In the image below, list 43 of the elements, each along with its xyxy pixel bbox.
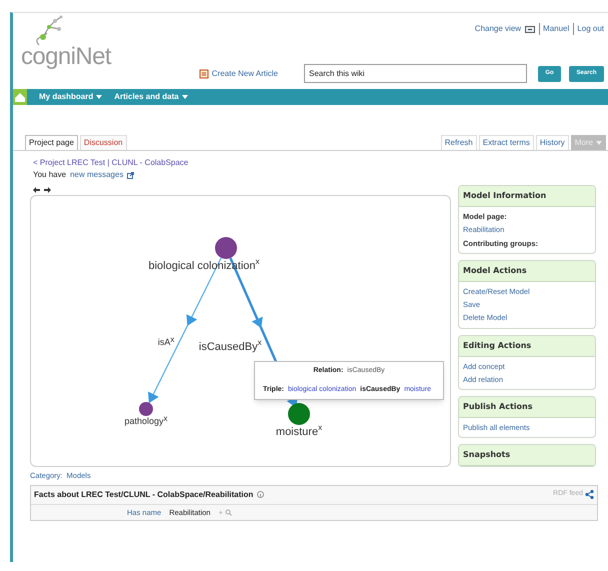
header-link[interactable]: Manuel — [539, 23, 570, 35]
info-icon — [257, 491, 264, 498]
nav-menu[interactable]: Articles and data — [114, 91, 188, 103]
search-field[interactable]: Search this wiki — [304, 64, 527, 83]
messages-notice: You have new messages — [33, 169, 608, 181]
header-link[interactable]: Change view — [474, 23, 522, 35]
forward-arrow-icon[interactable] — [44, 187, 51, 193]
facts-title: Facts about LREC Test/CLUNL - ColabSpace/Reabilitation — [34, 488, 254, 500]
back-arrow-icon[interactable] — [33, 187, 40, 193]
panel-title: Snapshots — [459, 445, 595, 466]
panel-title: Model Actions — [459, 260, 595, 282]
caret-icon — [96, 95, 102, 99]
action-tab[interactable]: Refresh — [440, 135, 477, 150]
share-icon[interactable] — [585, 490, 594, 499]
caret-icon — [182, 95, 188, 99]
node-label[interactable]: moisture — [276, 424, 318, 440]
action-tab[interactable]: History — [536, 135, 569, 150]
breadcrumb-link[interactable]: < Project LREC Test | CLUNL - ColabSpace — [33, 157, 608, 169]
panel-title: Publish Actions — [459, 397, 595, 418]
new-page-icon — [198, 68, 210, 79]
panel-title: Editing Actions — [459, 336, 595, 356]
remove-mark[interactable]: x — [256, 258, 260, 266]
node-label[interactable]: pathology — [124, 415, 164, 428]
graph-node[interactable] — [215, 237, 237, 259]
header-link[interactable]: Log out — [573, 23, 604, 35]
edge-label[interactable]: isA — [158, 336, 170, 350]
create-article-link[interactable]: Create New Article — [198, 68, 278, 80]
messages-link[interactable]: new messages — [70, 169, 124, 181]
remove-mark[interactable]: x — [164, 415, 168, 423]
external-link-icon — [127, 172, 134, 178]
view-icon[interactable] — [525, 26, 536, 32]
page-tab[interactable]: Project page — [25, 135, 78, 150]
panel-title: Model Information — [459, 186, 595, 207]
graph-node[interactable] — [288, 403, 310, 425]
caret-icon — [596, 141, 602, 145]
graph-node[interactable] — [139, 402, 153, 416]
remove-mark[interactable]: x — [258, 338, 262, 347]
edge-label[interactable]: isCausedBy — [198, 338, 258, 356]
remove-mark[interactable]: x — [170, 336, 174, 344]
action-tab[interactable]: Extract terms — [478, 135, 534, 150]
remove-mark[interactable]: x — [318, 424, 322, 432]
page-tab[interactable]: Discussion — [80, 135, 127, 150]
nav-menu[interactable]: My dashboard — [39, 91, 102, 103]
